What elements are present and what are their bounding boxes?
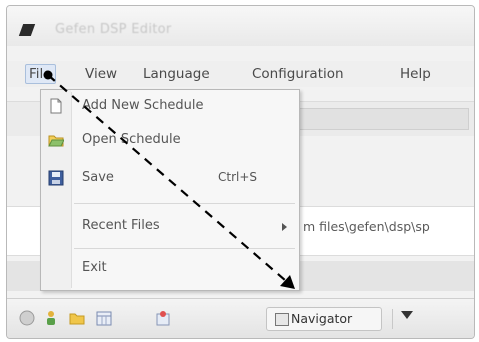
menu-item-add-new-schedule[interactable]: Add New Schedule [41,92,299,122]
save-shortcut: Ctrl+S [218,170,258,184]
file-path-text: m files\gefen\dsp\sp [303,219,430,234]
menu-item-label: Open Schedule [82,132,181,147]
toolbar-separator [392,309,393,329]
menu-view[interactable]: View [82,65,120,83]
menu-configuration[interactable]: Configuration [249,65,347,83]
file-menu-dropdown: Add New Schedule Open Schedule Save Ctrl… [40,89,300,291]
new-document-icon [50,98,62,114]
app-logo-icon [18,24,36,36]
menu-bar: File View Language Configuration Help [7,61,474,87]
menu-separator [74,248,295,249]
calendar-icon[interactable] [96,310,112,326]
menu-item-label: Save [82,170,114,185]
menu-item-label: Exit [82,260,107,275]
menu-separator [74,203,295,204]
save-disk-icon [48,170,64,186]
menu-item-exit[interactable]: Exit [41,254,299,284]
person-icon[interactable] [43,310,59,326]
title-bar: Gefen DSP Editor [7,6,474,46]
schedule-clock-icon[interactable] [155,310,171,326]
open-folder-icon [48,135,64,147]
menu-help[interactable]: Help [397,65,434,83]
bottom-toolbar: Navigator [7,298,474,338]
chevron-down-icon[interactable] [401,311,413,319]
navigator-icon [275,313,289,326]
navigator-button[interactable]: Navigator [266,307,382,331]
submenu-arrow-icon [282,223,287,231]
menu-language[interactable]: Language [140,65,213,83]
menu-item-label: Recent Files [82,218,160,233]
back-icon[interactable] [19,310,35,326]
folder-icon[interactable] [69,310,85,326]
menu-file[interactable]: File [25,64,56,84]
navigator-label: Navigator [291,311,353,326]
window-title: Gefen DSP Editor [55,22,172,37]
menu-item-recent-files[interactable]: Recent Files [41,212,299,242]
menu-item-save[interactable]: Save Ctrl+S [41,164,299,194]
menu-item-open-schedule[interactable]: Open Schedule [41,126,299,156]
menu-item-label: Add New Schedule [82,98,204,113]
